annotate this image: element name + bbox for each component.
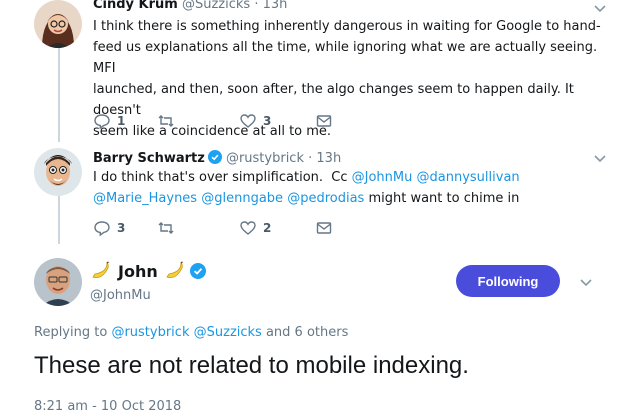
like-button[interactable]: 2 — [239, 219, 315, 237]
handle[interactable]: @rustybrick — [226, 151, 304, 166]
thread-line — [58, 196, 60, 244]
display-name[interactable]: Barry Schwartz — [93, 151, 205, 166]
retweet-icon — [158, 115, 174, 127]
mention-link[interactable]: @glenngabe — [201, 191, 283, 206]
like-button[interactable]: 3 — [239, 112, 315, 130]
separator: · — [250, 0, 263, 12]
retweet-button[interactable] — [157, 219, 239, 237]
mention-link[interactable]: @Suzzicks — [194, 325, 262, 340]
display-name[interactable]: Cindy Krum — [93, 0, 178, 12]
like-count: 2 — [263, 221, 272, 235]
reply-count: 3 — [117, 221, 126, 235]
like-icon — [240, 114, 256, 128]
tweet-header: Barry Schwartz @rustybrick · 13h — [93, 150, 341, 166]
text-line: I do think that's over simplification. C… — [93, 167, 613, 188]
tweet-time[interactable]: 13h — [316, 151, 341, 166]
avatar[interactable] — [34, 0, 82, 48]
handle[interactable]: @JohnMu — [90, 288, 151, 303]
message-button[interactable] — [315, 112, 333, 130]
tweet-text: These are not related to mobile indexing… — [34, 352, 469, 379]
handle[interactable]: @Suzzicks — [182, 0, 250, 12]
chevron-down-icon[interactable] — [592, 150, 608, 166]
tweet-header: Cindy Krum @Suzzicks · 13h — [93, 0, 287, 12]
avatar[interactable] — [34, 148, 82, 196]
focus-name-row: John — [90, 260, 206, 282]
banana-emoji — [164, 260, 186, 282]
text-line: feed us explanations all the time, while… — [93, 40, 598, 76]
retweet-icon — [158, 222, 174, 234]
reply-count: 1 — [117, 114, 126, 128]
replying-to: Replying to @rustybrick @Suzzicks and 6 … — [34, 325, 348, 340]
text-line: I think there is something inherently da… — [93, 19, 601, 34]
reply-button[interactable]: 1 — [93, 112, 157, 130]
tweet-actions: 3 2 — [93, 219, 333, 237]
tweet-time[interactable]: 13h — [263, 0, 288, 12]
mention-link[interactable]: @JohnMu — [352, 170, 413, 185]
retweet-button[interactable] — [157, 112, 239, 130]
display-name[interactable]: John — [118, 262, 158, 281]
message-button[interactable] — [315, 219, 333, 237]
replying-suffix[interactable]: and 6 others — [262, 325, 348, 340]
thread-line — [58, 44, 60, 142]
tweet-actions: 1 3 — [93, 112, 333, 130]
tweet-text: I do think that's over simplification. C… — [93, 167, 613, 209]
replying-prefix: Replying to — [34, 325, 112, 340]
text-line: @Marie_Haynes @glenngabe @pedrodias migh… — [93, 188, 613, 209]
text-segment: might want to chime in — [364, 191, 520, 206]
message-icon — [316, 222, 332, 234]
mention-link[interactable]: @Marie_Haynes — [93, 191, 197, 206]
reply-icon — [94, 221, 110, 237]
chevron-down-icon[interactable] — [578, 274, 594, 290]
verified-icon — [189, 263, 206, 279]
reply-button[interactable]: 3 — [93, 219, 157, 237]
text-segment: I do think that's over simplification. C… — [93, 170, 352, 185]
banana-emoji — [90, 260, 112, 282]
message-icon — [316, 115, 332, 127]
following-button[interactable]: Following — [456, 265, 560, 297]
like-count: 3 — [263, 114, 272, 128]
tweet-timestamp[interactable]: 8:21 am - 10 Oct 2018 — [34, 399, 181, 414]
avatar[interactable] — [34, 258, 82, 306]
separator: · — [304, 151, 317, 166]
reply-icon — [94, 114, 110, 130]
like-icon — [240, 221, 256, 235]
verified-icon — [207, 150, 222, 164]
mention-link[interactable]: @pedrodias — [287, 191, 364, 206]
chevron-down-icon[interactable] — [592, 0, 608, 16]
mention-link[interactable]: @dannysullivan — [417, 170, 520, 185]
mention-link[interactable]: @rustybrick — [111, 325, 189, 340]
